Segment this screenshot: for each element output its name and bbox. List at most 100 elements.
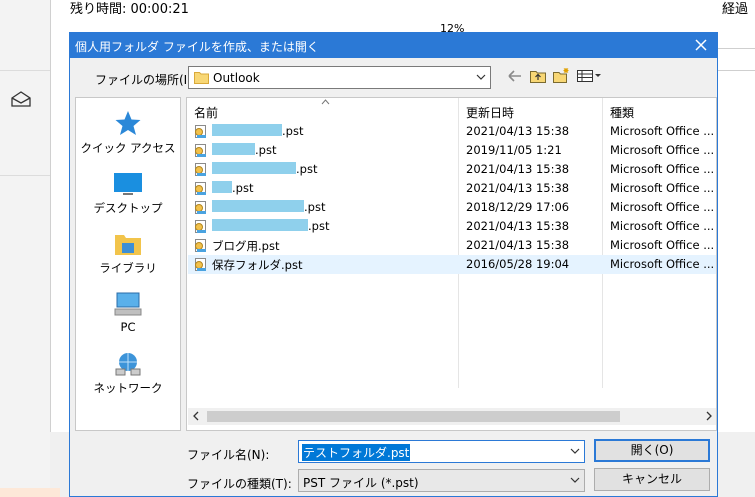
file-date: 2021/04/13 15:38: [466, 238, 570, 252]
star-icon: [115, 111, 141, 135]
close-icon[interactable]: [691, 35, 711, 55]
file-type: Microsoft Office ...: [610, 219, 715, 233]
place-desktop[interactable]: デスクトップ: [76, 172, 180, 216]
place-pc[interactable]: PC: [76, 292, 180, 334]
file-name: ブログ用.pst: [212, 239, 280, 253]
sidebar-divider: [0, 175, 50, 176]
file-row[interactable]: .pst 2021/04/13 15:38 Microsoft Office ...: [188, 179, 716, 198]
view-menu-icon[interactable]: [576, 67, 602, 85]
location-label: ファイルの場所(I):: [95, 73, 196, 87]
back-icon[interactable]: [507, 67, 523, 85]
file-date: 2021/04/13 15:38: [466, 219, 570, 233]
file-type: Microsoft Office ...: [610, 181, 715, 195]
file-row[interactable]: .pst 2019/11/05 1:21 Microsoft Office ...: [188, 141, 716, 160]
place-network[interactable]: ネットワーク: [76, 352, 180, 396]
chevron-down-icon: [476, 74, 486, 80]
file-date: 2021/04/13 15:38: [466, 162, 570, 176]
place-label: クイック アクセス: [80, 141, 176, 155]
file-date: 2016/05/28 19:04: [466, 257, 570, 271]
file-name: .pst: [212, 200, 325, 214]
pst-file-icon: [195, 125, 206, 138]
redacted-filename: [212, 162, 296, 174]
library-icon: [115, 235, 141, 255]
places-bar: クイック アクセス デスクトップ ライブラリ PC ネットワーク: [75, 97, 181, 431]
desktop-icon: [114, 173, 142, 195]
file-list[interactable]: 名前 更新日時 種類 .pst 2021/04/13 15:38 Microsoft…: [186, 97, 717, 431]
pst-file-icon: [195, 144, 206, 157]
column-header-date[interactable]: 更新日時: [459, 98, 602, 122]
sort-ascending-icon: [321, 99, 330, 105]
elapsed-label: 経過: [722, 2, 749, 17]
new-folder-icon[interactable]: [552, 67, 570, 85]
file-type: Microsoft Office ...: [610, 257, 715, 271]
file-name: .pst: [212, 124, 303, 138]
folder-up-icon[interactable]: [529, 67, 547, 85]
file-type: Microsoft Office ...: [610, 143, 715, 157]
place-quick-access[interactable]: クイック アクセス: [76, 110, 180, 156]
file-type: Microsoft Office ...: [610, 162, 715, 176]
network-icon: [115, 353, 141, 376]
redacted-filename: [212, 124, 282, 136]
scrollbar-thumb[interactable]: [207, 411, 620, 422]
file-type: Microsoft Office ...: [610, 124, 715, 138]
background-divider: [718, 70, 755, 71]
pc-icon: [114, 292, 142, 316]
file-extension: .pst: [296, 162, 318, 176]
remaining-time: 残り時間: 00:00:21: [70, 2, 189, 17]
file-row[interactable]: .pst 2018/12/29 17:06 Microsoft Office ...: [188, 198, 716, 217]
place-label: ライブラリ: [99, 261, 157, 275]
redacted-filename: [212, 219, 308, 231]
redacted-filename: [212, 181, 232, 193]
open-button[interactable]: 開く(O): [594, 439, 710, 462]
cancel-button[interactable]: キャンセル: [594, 468, 710, 491]
filetype-label: ファイルの種類(T):: [187, 477, 292, 491]
file-row[interactable]: .pst 2021/04/13 15:38 Microsoft Office ...: [188, 217, 716, 236]
scroll-right-icon[interactable]: [705, 410, 713, 422]
folder-icon: [194, 72, 209, 84]
app-sidebar: [0, 0, 51, 497]
place-label: PC: [120, 320, 136, 334]
file-date: 2019/11/05 1:21: [466, 143, 562, 157]
file-name: .pst: [212, 219, 329, 233]
file-row[interactable]: .pst 2021/04/13 15:38 Microsoft Office ...: [188, 122, 716, 141]
file-row[interactable]: .pst 2021/04/13 15:38 Microsoft Office ...: [188, 160, 716, 179]
file-extension: .pst: [282, 124, 304, 138]
filename-input[interactable]: テストフォルダ.pst: [298, 440, 585, 463]
file-extension: .pst: [304, 200, 326, 214]
redacted-filename: [212, 200, 304, 212]
file-name: .pst: [212, 181, 253, 195]
location-combobox[interactable]: Outlook: [188, 66, 491, 89]
file-date: 2021/04/13 15:38: [466, 181, 570, 195]
mail-icon[interactable]: [10, 90, 32, 108]
filetype-select[interactable]: PST ファイル (*.pst): [298, 469, 585, 492]
file-name: 保存フォルダ.pst: [212, 258, 303, 272]
pst-file-icon: [195, 258, 206, 271]
column-header-type[interactable]: 種類: [603, 98, 716, 122]
file-name: .pst: [212, 162, 317, 176]
file-name: .pst: [212, 143, 276, 157]
dialog-title: 個人用フォルダ ファイルを作成、または開く: [75, 40, 319, 54]
pst-file-icon: [195, 220, 206, 233]
pst-file-icon: [195, 239, 206, 252]
file-row[interactable]: 保存フォルダ.pst 2016/05/28 19:04 Microsoft Offi…: [188, 255, 716, 274]
pst-file-icon: [195, 163, 206, 176]
location-value: Outlook: [213, 71, 260, 85]
chevron-down-icon[interactable]: [570, 446, 580, 456]
place-label: ネットワーク: [93, 381, 163, 395]
sidebar-divider: [0, 70, 50, 71]
file-extension: .pst: [255, 143, 277, 157]
file-extension: .pst: [232, 181, 254, 195]
dialog-titlebar: 個人用フォルダ ファイルを作成、または開く: [70, 33, 717, 58]
scroll-left-icon[interactable]: [192, 410, 200, 422]
background-accent: [0, 488, 60, 497]
filename-value[interactable]: テストフォルダ.pst: [302, 444, 411, 461]
file-dialog: 個人用フォルダ ファイルを作成、または開く ファイルの場所(I): Outloo…: [69, 32, 718, 497]
file-type: Microsoft Office ...: [610, 200, 715, 214]
filetype-value: PST ファイル (*.pst): [303, 476, 419, 490]
file-extension: .pst: [308, 219, 330, 233]
place-library[interactable]: ライブラリ: [76, 232, 180, 276]
horizontal-scrollbar[interactable]: [188, 408, 716, 425]
file-row[interactable]: ブログ用.pst 2021/04/13 15:38 Microsoft Office…: [188, 236, 716, 255]
place-label: デスクトップ: [93, 201, 163, 215]
file-date: 2021/04/13 15:38: [466, 124, 570, 138]
